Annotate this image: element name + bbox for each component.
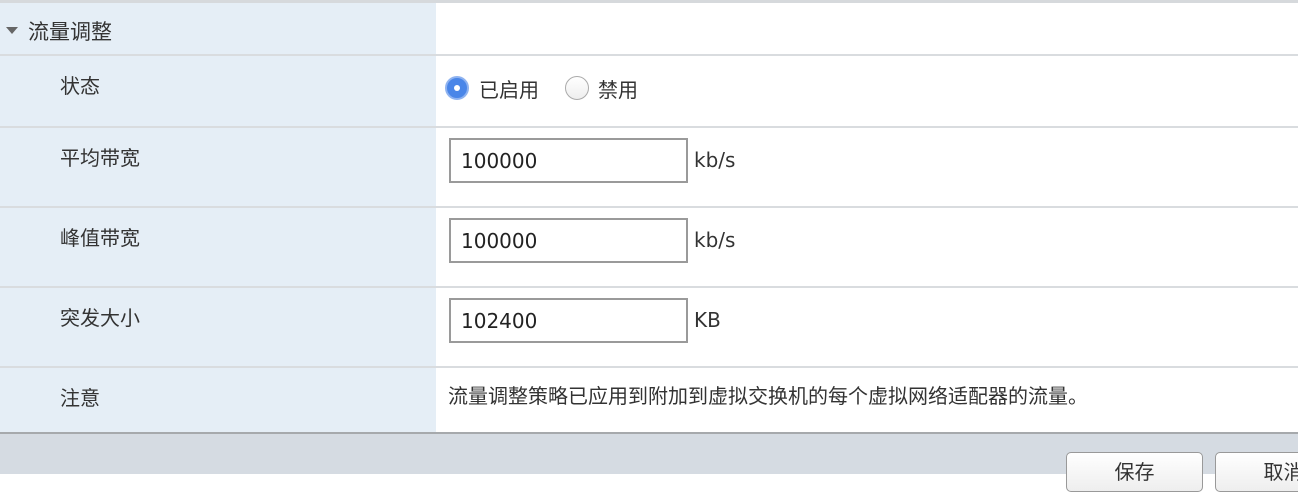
collapse-triangle-icon[interactable]: [6, 27, 18, 34]
cancel-button[interactable]: 取消: [1215, 452, 1298, 492]
save-button[interactable]: 保存: [1066, 452, 1203, 492]
row-label: 突发大小: [60, 306, 140, 330]
row-label: 注意: [60, 386, 100, 410]
row-label: 峰值带宽: [60, 226, 140, 250]
peak-bandwidth-input[interactable]: [449, 218, 688, 263]
row-peak-bandwidth: 峰值带宽 kb/s: [0, 208, 1298, 288]
radio-disabled[interactable]: [565, 76, 589, 100]
row-label: 平均带宽: [60, 146, 140, 170]
row-burst-size: 突发大小 KB: [0, 288, 1298, 368]
radio-enabled-label[interactable]: 已启用: [479, 74, 539, 103]
note-text: 流量调整策略已应用到附加到虚拟交换机的每个虚拟网络适配器的流量。: [448, 384, 1088, 408]
section-title: 流量调整: [28, 20, 112, 44]
unit-label: kb/s: [694, 148, 736, 172]
unit-label: KB: [694, 308, 721, 332]
row-average-bandwidth: 平均带宽 kb/s: [0, 128, 1298, 208]
radio-disabled-label[interactable]: 禁用: [598, 74, 638, 103]
burst-size-input[interactable]: [449, 298, 688, 343]
row-note: 注意 流量调整策略已应用到附加到虚拟交换机的每个虚拟网络适配器的流量。: [0, 368, 1298, 432]
section-header-cell: 流量调整: [0, 3, 436, 54]
dialog-footer: 保存 取消: [0, 432, 1298, 492]
unit-label: kb/s: [694, 228, 736, 252]
average-bandwidth-input[interactable]: [449, 138, 688, 183]
radio-enabled[interactable]: [445, 76, 469, 100]
row-status: 状态 已启用 禁用: [0, 56, 1298, 128]
row-label: 状态: [60, 74, 100, 98]
section-header[interactable]: 流量调整: [0, 3, 1298, 56]
